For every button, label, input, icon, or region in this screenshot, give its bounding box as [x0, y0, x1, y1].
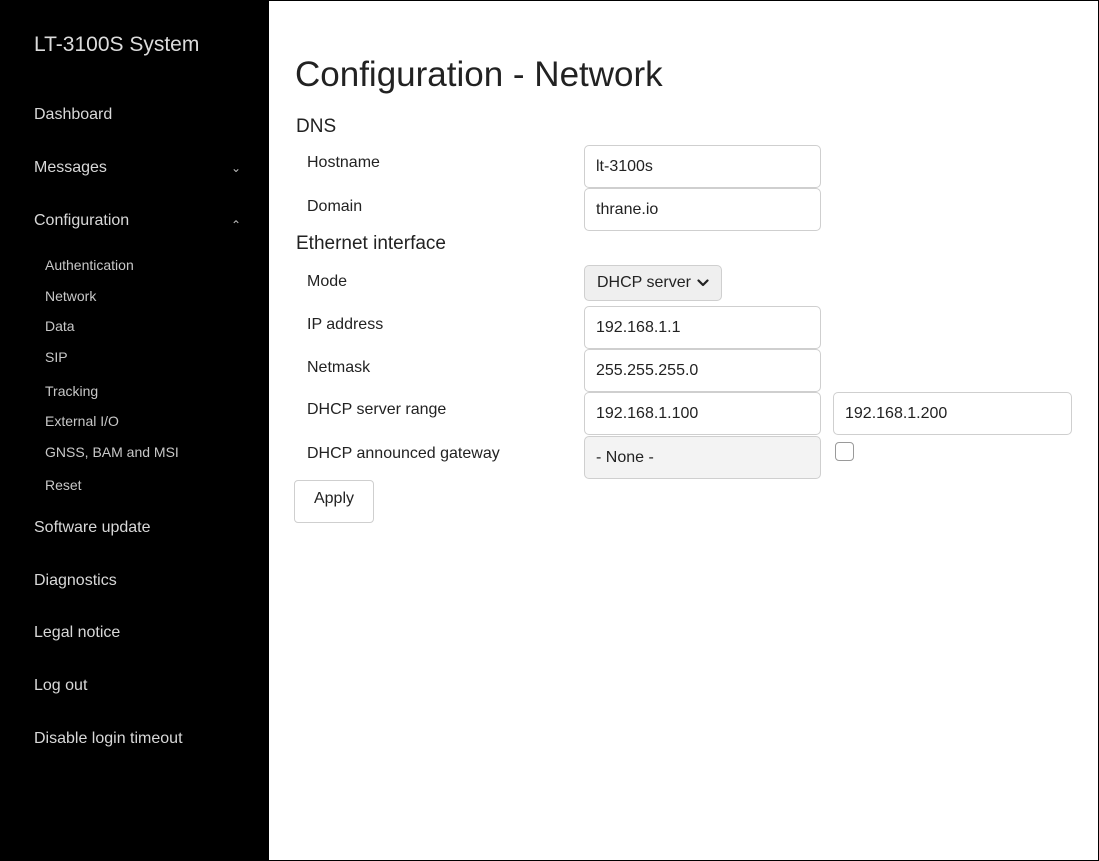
sidebar-item-dashboard[interactable]: Dashboard	[34, 106, 112, 124]
sidebar-subitem-gnss-bam-msi[interactable]: GNSS, BAM and MSI	[45, 444, 179, 460]
ip-address-label: IP address	[307, 316, 384, 333]
sidebar-subitem-reset[interactable]: Reset	[45, 477, 82, 493]
ip-address-input[interactable]	[584, 306, 821, 349]
sidebar-subitem-tracking[interactable]: Tracking	[45, 383, 98, 399]
sidebar-subitem-network[interactable]: Network	[45, 288, 96, 304]
hostname-label: Hostname	[307, 154, 380, 171]
main-content: Configuration - Network DNS Hostname Dom…	[269, 1, 1098, 860]
section-heading-dns: DNS	[296, 116, 337, 137]
sidebar: LT-3100S System Dashboard Messages ⌄ Con…	[1, 1, 269, 860]
sidebar-subitem-authentication[interactable]: Authentication	[45, 257, 134, 273]
brand-title: LT-3100S System	[34, 33, 200, 56]
mode-select-value: DHCP server	[597, 274, 691, 291]
dhcp-range-label: DHCP server range	[307, 401, 447, 418]
apply-button[interactable]: Apply	[294, 480, 374, 523]
dhcp-range-start-input[interactable]	[584, 392, 821, 435]
chevron-down-icon	[697, 279, 709, 287]
sidebar-item-legal-notice[interactable]: Legal notice	[34, 624, 120, 642]
sidebar-item-messages[interactable]: Messages	[34, 159, 107, 177]
sidebar-subitem-external-io[interactable]: External I/O	[45, 413, 119, 429]
gateway-checkbox[interactable]	[835, 442, 854, 461]
gateway-label: DHCP announced gateway	[307, 445, 500, 462]
section-heading-ethernet: Ethernet interface	[296, 233, 446, 254]
dhcp-range-end-input[interactable]	[833, 392, 1072, 435]
sidebar-item-log-out[interactable]: Log out	[34, 677, 87, 695]
hostname-input[interactable]	[584, 145, 821, 188]
sidebar-item-software-update[interactable]: Software update	[34, 519, 151, 537]
app-window: LT-3100S System Dashboard Messages ⌄ Con…	[0, 0, 1099, 861]
chevron-up-icon[interactable]: ⌃	[231, 218, 241, 232]
mode-select[interactable]: DHCP server	[584, 265, 722, 301]
domain-input[interactable]	[584, 188, 821, 231]
chevron-down-icon[interactable]: ⌄	[231, 161, 241, 175]
sidebar-item-disable-login-timeout[interactable]: Disable login timeout	[34, 730, 183, 748]
mode-label: Mode	[307, 273, 348, 290]
domain-label: Domain	[307, 198, 363, 215]
gateway-input	[584, 436, 821, 479]
page-title: Configuration - Network	[295, 55, 663, 94]
netmask-input[interactable]	[584, 349, 821, 392]
sidebar-subitem-data[interactable]: Data	[45, 318, 75, 334]
sidebar-subitem-sip[interactable]: SIP	[45, 349, 68, 365]
sidebar-item-diagnostics[interactable]: Diagnostics	[34, 572, 117, 590]
sidebar-item-configuration[interactable]: Configuration	[34, 212, 129, 230]
netmask-label: Netmask	[307, 359, 371, 376]
